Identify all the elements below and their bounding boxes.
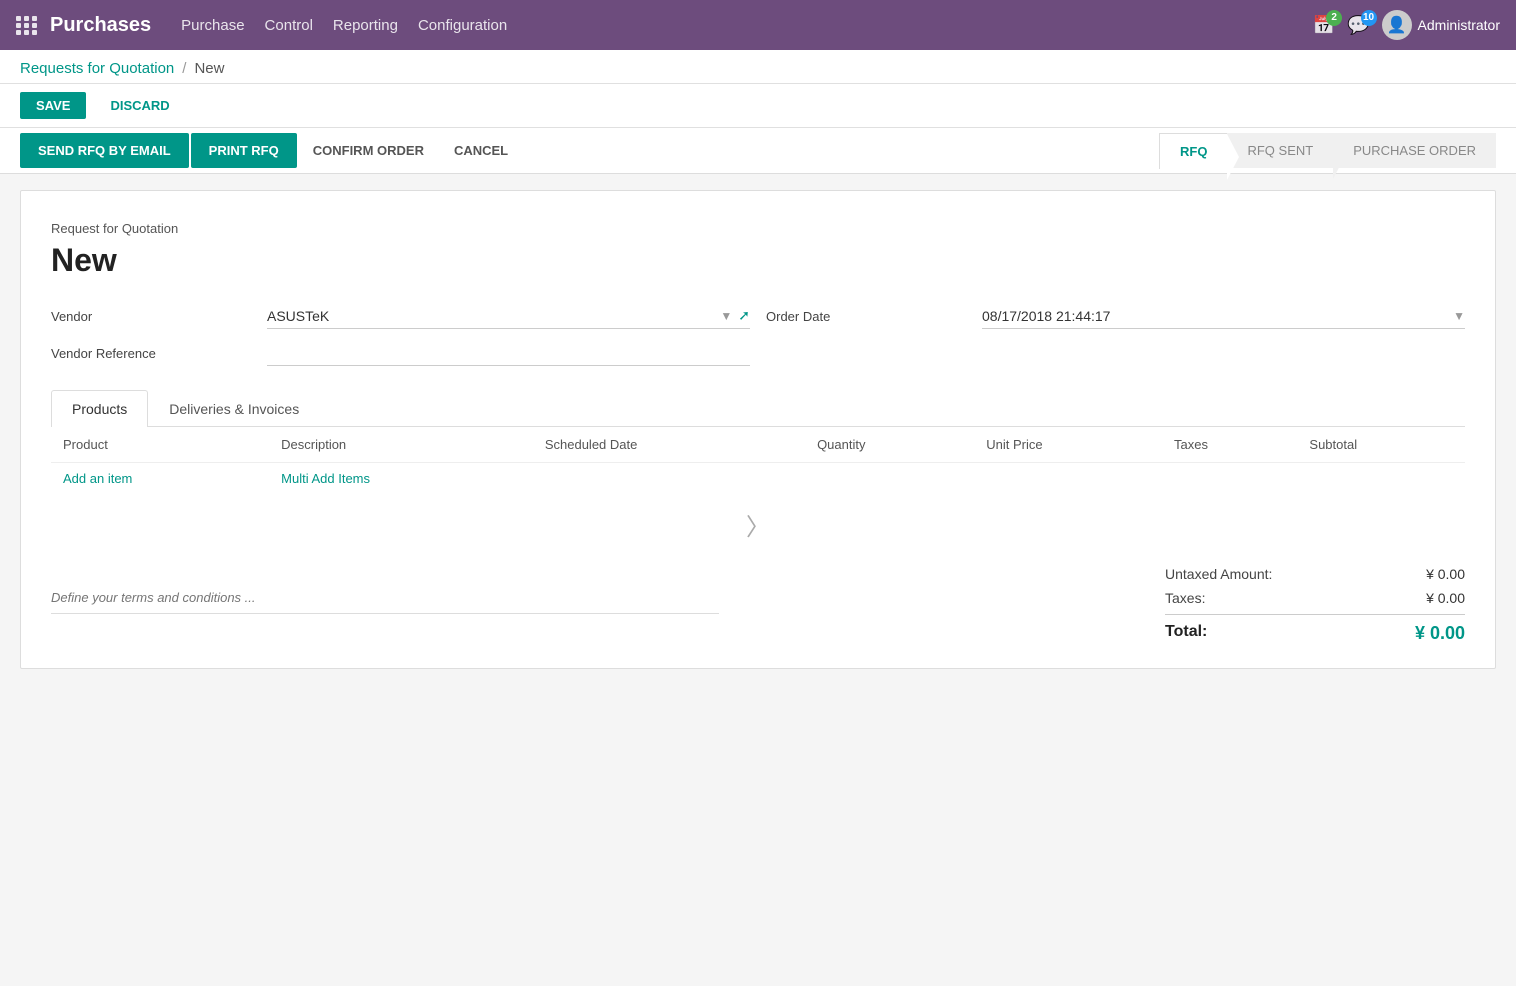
tab-deliveries-invoices[interactable]: Deliveries & Invoices bbox=[148, 390, 320, 427]
col-taxes: Taxes bbox=[1162, 427, 1297, 463]
discard-button[interactable]: DISCARD bbox=[94, 92, 185, 119]
tabs: Products Deliveries & Invoices bbox=[51, 390, 1465, 427]
action-bar: SAVE DISCARD bbox=[0, 84, 1516, 128]
total-row: Total: ¥ 0.00 bbox=[1165, 614, 1465, 648]
taxes-row: Taxes: ¥ 0.00 bbox=[1165, 586, 1465, 610]
untaxed-row: Untaxed Amount: ¥ 0.00 bbox=[1165, 562, 1465, 586]
workflow-actions: SEND RFQ BY EMAIL PRINT RFQ CONFIRM ORDE… bbox=[20, 133, 1159, 168]
confirm-order-button[interactable]: CONFIRM ORDER bbox=[299, 133, 438, 168]
form-card: Request for Quotation New Vendor ▼ ➚ Ord… bbox=[20, 190, 1496, 669]
save-button[interactable]: SAVE bbox=[20, 92, 86, 119]
taxes-value: ¥ 0.00 bbox=[1426, 590, 1465, 606]
nav-item-purchase[interactable]: Purchase bbox=[181, 13, 244, 38]
col-description: Description bbox=[269, 427, 533, 463]
form-subtitle: Request for Quotation bbox=[51, 221, 1465, 236]
vendor-input[interactable] bbox=[267, 308, 714, 324]
totals-section: Untaxed Amount: ¥ 0.00 Taxes: ¥ 0.00 Tot… bbox=[1165, 562, 1465, 648]
empty-cell-2 bbox=[805, 463, 974, 495]
admin-user-menu[interactable]: 👤 Administrator bbox=[1382, 10, 1500, 40]
form-title: New bbox=[51, 242, 1465, 279]
order-date-input[interactable] bbox=[982, 308, 1447, 324]
breadcrumb: Requests for Quotation / New bbox=[20, 60, 1496, 77]
order-date-label: Order Date bbox=[766, 309, 966, 324]
form-fields: Vendor ▼ ➚ Order Date ▼ Vendor Reference bbox=[51, 303, 1465, 366]
nav-right: 📅 2 💬 10 👤 Administrator bbox=[1313, 10, 1500, 40]
send-rfq-button[interactable]: SEND RFQ BY EMAIL bbox=[20, 133, 189, 168]
empty-cell-5 bbox=[1297, 463, 1465, 495]
step-rfq-sent: RFQ SENT bbox=[1227, 133, 1333, 168]
status-steps: RFQ RFQ SENT PURCHASE ORDER bbox=[1159, 133, 1496, 169]
breadcrumb-parent[interactable]: Requests for Quotation bbox=[20, 60, 174, 77]
step-purchase-order: PURCHASE ORDER bbox=[1333, 133, 1496, 168]
main-content: Request for Quotation New Vendor ▼ ➚ Ord… bbox=[0, 174, 1516, 685]
vendor-external-link-icon[interactable]: ➚ bbox=[738, 307, 750, 324]
multi-add-items-link[interactable]: Multi Add Items bbox=[281, 471, 370, 486]
nav-items: Purchase Control Reporting Configuration bbox=[181, 13, 1313, 38]
nav-item-configuration[interactable]: Configuration bbox=[418, 13, 507, 38]
add-item-row: Add an item Multi Add Items bbox=[51, 463, 1465, 495]
tab-products[interactable]: Products bbox=[51, 390, 148, 427]
col-unit-price: Unit Price bbox=[974, 427, 1162, 463]
untaxed-value: ¥ 0.00 bbox=[1426, 566, 1465, 582]
nav-item-reporting[interactable]: Reporting bbox=[333, 13, 398, 38]
chat-icon[interactable]: 💬 10 bbox=[1347, 15, 1369, 36]
order-date-dropdown-icon[interactable]: ▼ bbox=[1453, 309, 1465, 323]
workflow-bar: SEND RFQ BY EMAIL PRINT RFQ CONFIRM ORDE… bbox=[0, 128, 1516, 174]
terms-section bbox=[51, 562, 1165, 614]
products-table: Product Description Scheduled Date Quant… bbox=[51, 427, 1465, 494]
col-subtotal: Subtotal bbox=[1297, 427, 1465, 463]
vendor-dropdown-icon[interactable]: ▼ bbox=[720, 309, 732, 323]
print-rfq-button[interactable]: PRINT RFQ bbox=[191, 133, 297, 168]
vendor-ref-label: Vendor Reference bbox=[51, 346, 251, 361]
terms-input[interactable] bbox=[51, 582, 719, 614]
empty-area: 〉 bbox=[51, 494, 1465, 554]
col-scheduled-date: Scheduled Date bbox=[533, 427, 805, 463]
step-rfq: RFQ bbox=[1159, 133, 1227, 169]
breadcrumb-bar: Requests for Quotation / New bbox=[0, 50, 1516, 84]
cursor-icon: 〉 bbox=[746, 507, 770, 542]
calendar-badge: 2 bbox=[1326, 10, 1342, 26]
total-label: Total: bbox=[1165, 623, 1207, 644]
vendor-field[interactable]: ▼ ➚ bbox=[267, 303, 750, 329]
empty-cell-1 bbox=[533, 463, 805, 495]
app-grid-icon[interactable] bbox=[16, 16, 38, 35]
app-title: Purchases bbox=[50, 14, 151, 37]
col-product: Product bbox=[51, 427, 269, 463]
bottom-section: Untaxed Amount: ¥ 0.00 Taxes: ¥ 0.00 Tot… bbox=[51, 554, 1465, 648]
vendor-ref-field[interactable] bbox=[267, 341, 750, 366]
top-navigation: Purchases Purchase Control Reporting Con… bbox=[0, 0, 1516, 50]
order-date-field[interactable]: ▼ bbox=[982, 304, 1465, 329]
taxes-label: Taxes: bbox=[1165, 590, 1205, 606]
breadcrumb-current: New bbox=[194, 60, 224, 77]
cancel-button[interactable]: CANCEL bbox=[440, 133, 522, 168]
col-quantity: Quantity bbox=[805, 427, 974, 463]
vendor-ref-input[interactable] bbox=[267, 345, 750, 361]
vendor-label: Vendor bbox=[51, 309, 251, 324]
admin-label: Administrator bbox=[1418, 17, 1500, 33]
empty-cell-4 bbox=[1162, 463, 1297, 495]
calendar-icon[interactable]: 📅 2 bbox=[1313, 15, 1335, 36]
chat-badge: 10 bbox=[1361, 10, 1377, 26]
untaxed-label: Untaxed Amount: bbox=[1165, 566, 1272, 582]
nav-item-control[interactable]: Control bbox=[265, 13, 313, 38]
breadcrumb-separator: / bbox=[182, 60, 186, 77]
empty-cell-3 bbox=[974, 463, 1162, 495]
add-item-link[interactable]: Add an item bbox=[63, 471, 132, 486]
total-value: ¥ 0.00 bbox=[1415, 623, 1465, 644]
avatar: 👤 bbox=[1382, 10, 1412, 40]
